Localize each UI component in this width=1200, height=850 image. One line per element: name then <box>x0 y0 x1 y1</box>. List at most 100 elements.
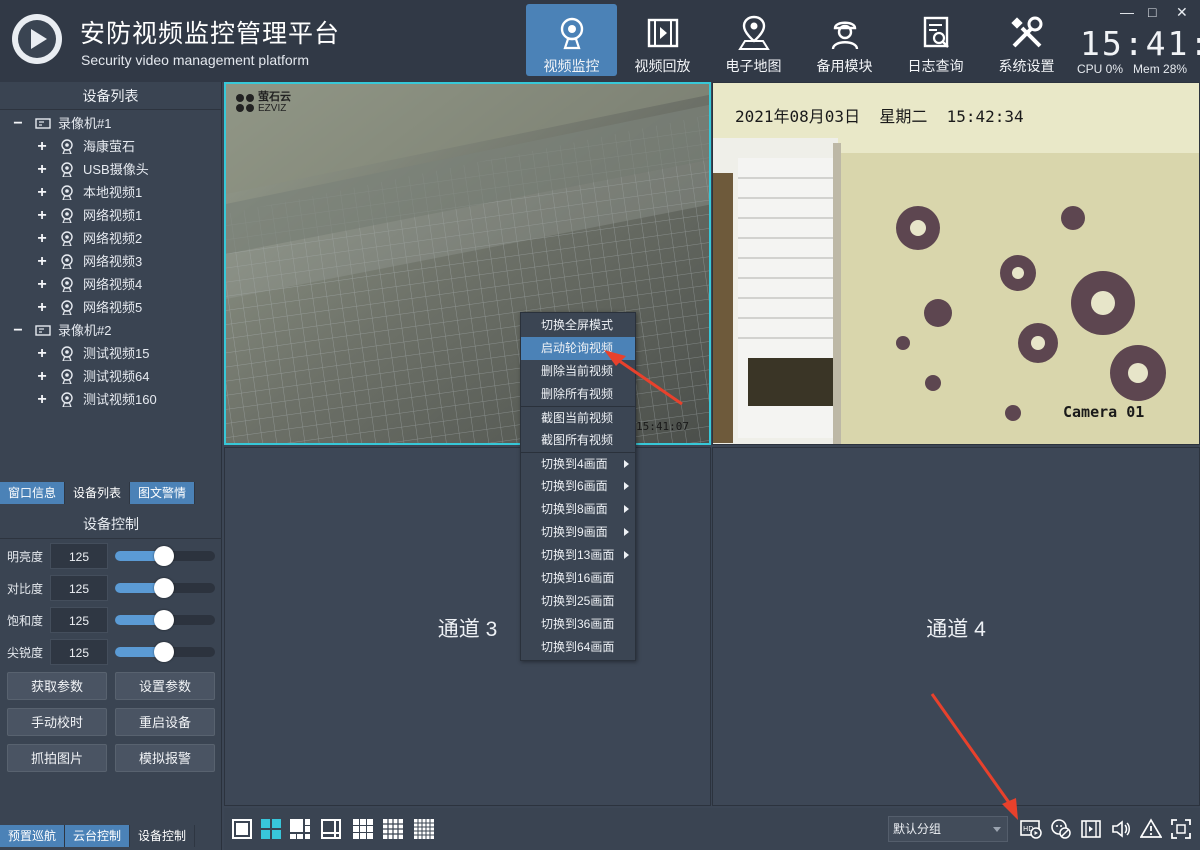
fullscreen-icon[interactable] <box>1170 818 1192 840</box>
context-menu-item[interactable]: 切换到13画面 <box>521 544 635 567</box>
tree-node-camera[interactable]: + 测试视频64 <box>0 365 221 388</box>
context-menu-item[interactable]: 切换到4画面 <box>521 452 635 475</box>
minimize-button[interactable]: — <box>1120 4 1134 20</box>
param-value-input[interactable]: 125 <box>50 543 108 569</box>
param-slider[interactable] <box>115 610 215 630</box>
expand-icon[interactable]: + <box>35 296 49 319</box>
nav-video-monitor[interactable]: 视频监控 <box>526 4 617 76</box>
tree-node-camera[interactable]: + 网络视频5 <box>0 296 221 319</box>
tab-device-list[interactable]: 设备列表 <box>65 482 131 504</box>
volume-icon[interactable] <box>1110 818 1132 840</box>
time-sync-button[interactable]: 手动校时 <box>7 708 107 736</box>
get-params-button[interactable]: 获取参数 <box>7 672 107 700</box>
expand-icon[interactable]: + <box>35 250 49 273</box>
collapse-icon[interactable]: − <box>11 319 25 342</box>
tree-node-camera[interactable]: + 本地视频1 <box>0 181 221 204</box>
webcam-icon <box>61 139 73 154</box>
expand-icon[interactable]: + <box>35 388 49 411</box>
group-select[interactable]: 默认分组 <box>888 816 1008 842</box>
context-menu-item[interactable]: 切换到6画面 <box>521 475 635 498</box>
slider-handle[interactable] <box>154 642 174 662</box>
tree-node-camera[interactable]: + 网络视频4 <box>0 273 221 296</box>
expand-icon[interactable]: + <box>35 273 49 296</box>
tree-node-camera[interactable]: + USB摄像头 <box>0 158 221 181</box>
webcam-icon <box>61 369 73 384</box>
context-menu-item[interactable]: 删除当前视频 <box>521 360 635 383</box>
record-icon[interactable] <box>1080 818 1102 840</box>
param-value-input[interactable]: 125 <box>50 607 108 633</box>
tab-image-alarm[interactable]: 图文警情 <box>130 482 196 504</box>
tab-window-info[interactable]: 窗口信息 <box>0 482 66 504</box>
snapshot-button[interactable]: 抓拍图片 <box>7 744 107 772</box>
context-menu-item[interactable]: 切换到9画面 <box>521 521 635 544</box>
context-menu-item[interactable]: 删除所有视频 <box>521 383 635 406</box>
context-menu-item[interactable]: 截图当前视频 <box>521 406 635 429</box>
slider-handle[interactable] <box>154 578 174 598</box>
tree-node-camera[interactable]: + 海康萤石 <box>0 135 221 158</box>
tree-node-camera[interactable]: + 网络视频3 <box>0 250 221 273</box>
expand-icon[interactable]: + <box>35 181 49 204</box>
alarm-icon[interactable] <box>1140 818 1162 840</box>
context-menu-item[interactable]: 切换到8画面 <box>521 498 635 521</box>
layout-16-icon[interactable] <box>383 819 403 839</box>
face-icon[interactable] <box>1050 818 1072 840</box>
context-menu-item[interactable]: 启动轮询视频 <box>521 337 635 360</box>
tree-node-camera[interactable]: + 网络视频2 <box>0 227 221 250</box>
param-slider[interactable] <box>115 578 215 598</box>
layout-25-icon[interactable] <box>414 819 434 839</box>
nav-log-query[interactable]: 日志查询 <box>890 4 981 76</box>
expand-icon[interactable]: + <box>35 158 49 181</box>
nav-video-playback[interactable]: 视频回放 <box>617 4 708 76</box>
reboot-device-button[interactable]: 重启设备 <box>115 708 215 736</box>
nav-backup-module[interactable]: 备用模块 <box>799 4 890 76</box>
nav-system-settings[interactable]: 系统设置 <box>981 4 1072 76</box>
menu-item-label: 切换到16画面 <box>541 571 615 585</box>
tab-preset-cruise[interactable]: 预置巡航 <box>0 825 66 847</box>
context-menu-item[interactable]: 切换到16画面 <box>521 567 635 590</box>
poll-video-icon[interactable]: HD <box>1020 818 1042 840</box>
set-params-button[interactable]: 设置参数 <box>115 672 215 700</box>
param-value-input[interactable]: 125 <box>50 575 108 601</box>
layout-4-icon[interactable] <box>261 819 281 839</box>
layout-6-icon[interactable] <box>290 819 310 839</box>
tree-node-nvr[interactable]: − 录像机#1 <box>0 112 221 135</box>
layout-1-icon[interactable] <box>232 819 252 839</box>
layout-8-icon[interactable] <box>321 819 341 839</box>
param-slider[interactable] <box>115 642 215 662</box>
tree-node-label: 测试视频15 <box>83 346 150 361</box>
tree-node-nvr[interactable]: − 录像机#2 <box>0 319 221 342</box>
context-menu-item[interactable]: 切换全屏模式 <box>521 314 635 337</box>
video-cell-2[interactable]: 2021年08月03日 星期二 15:42:34 Camera 01 <box>712 82 1200 445</box>
expand-icon[interactable]: + <box>35 342 49 365</box>
tab-device-control[interactable]: 设备控制 <box>130 825 196 847</box>
tree-node-label: 网络视频3 <box>83 254 143 269</box>
slider-handle[interactable] <box>154 610 174 630</box>
expand-icon[interactable]: + <box>35 204 49 227</box>
nav-electronic-map[interactable]: 电子地图 <box>708 4 799 76</box>
simulate-alarm-button[interactable]: 模拟报警 <box>115 744 215 772</box>
collapse-icon[interactable]: − <box>11 112 25 135</box>
context-menu-item[interactable]: 截图所有视频 <box>521 429 635 452</box>
context-menu-item[interactable]: 切换到64画面 <box>521 636 635 659</box>
tree-node-camera[interactable]: + 测试视频160 <box>0 388 221 411</box>
tree-node-camera[interactable]: + 测试视频15 <box>0 342 221 365</box>
video-cell-3[interactable]: 通道 3 <box>224 447 711 806</box>
nav-label: 备用模块 <box>816 58 873 74</box>
close-button[interactable]: ✕ <box>1176 4 1188 21</box>
layout-9-icon[interactable] <box>353 819 373 839</box>
param-slider[interactable] <box>115 546 215 566</box>
expand-icon[interactable]: + <box>35 227 49 250</box>
tab-ptz-control[interactable]: 云台控制 <box>65 825 131 847</box>
slider-handle[interactable] <box>154 546 174 566</box>
expand-icon[interactable]: + <box>35 135 49 158</box>
video-cell-1[interactable]: 萤石云 EZVIZ 15:41:07 <box>224 82 711 445</box>
maximize-button[interactable]: □ <box>1148 4 1156 20</box>
video-cell-4[interactable]: 通道 4 <box>712 447 1200 806</box>
param-value-input[interactable]: 125 <box>50 639 108 665</box>
submenu-arrow-icon <box>624 505 629 513</box>
param-row: 对比度 125 <box>0 575 222 601</box>
expand-icon[interactable]: + <box>35 365 49 388</box>
tree-node-camera[interactable]: + 网络视频1 <box>0 204 221 227</box>
context-menu-item[interactable]: 切换到25画面 <box>521 590 635 613</box>
context-menu-item[interactable]: 切换到36画面 <box>521 613 635 636</box>
